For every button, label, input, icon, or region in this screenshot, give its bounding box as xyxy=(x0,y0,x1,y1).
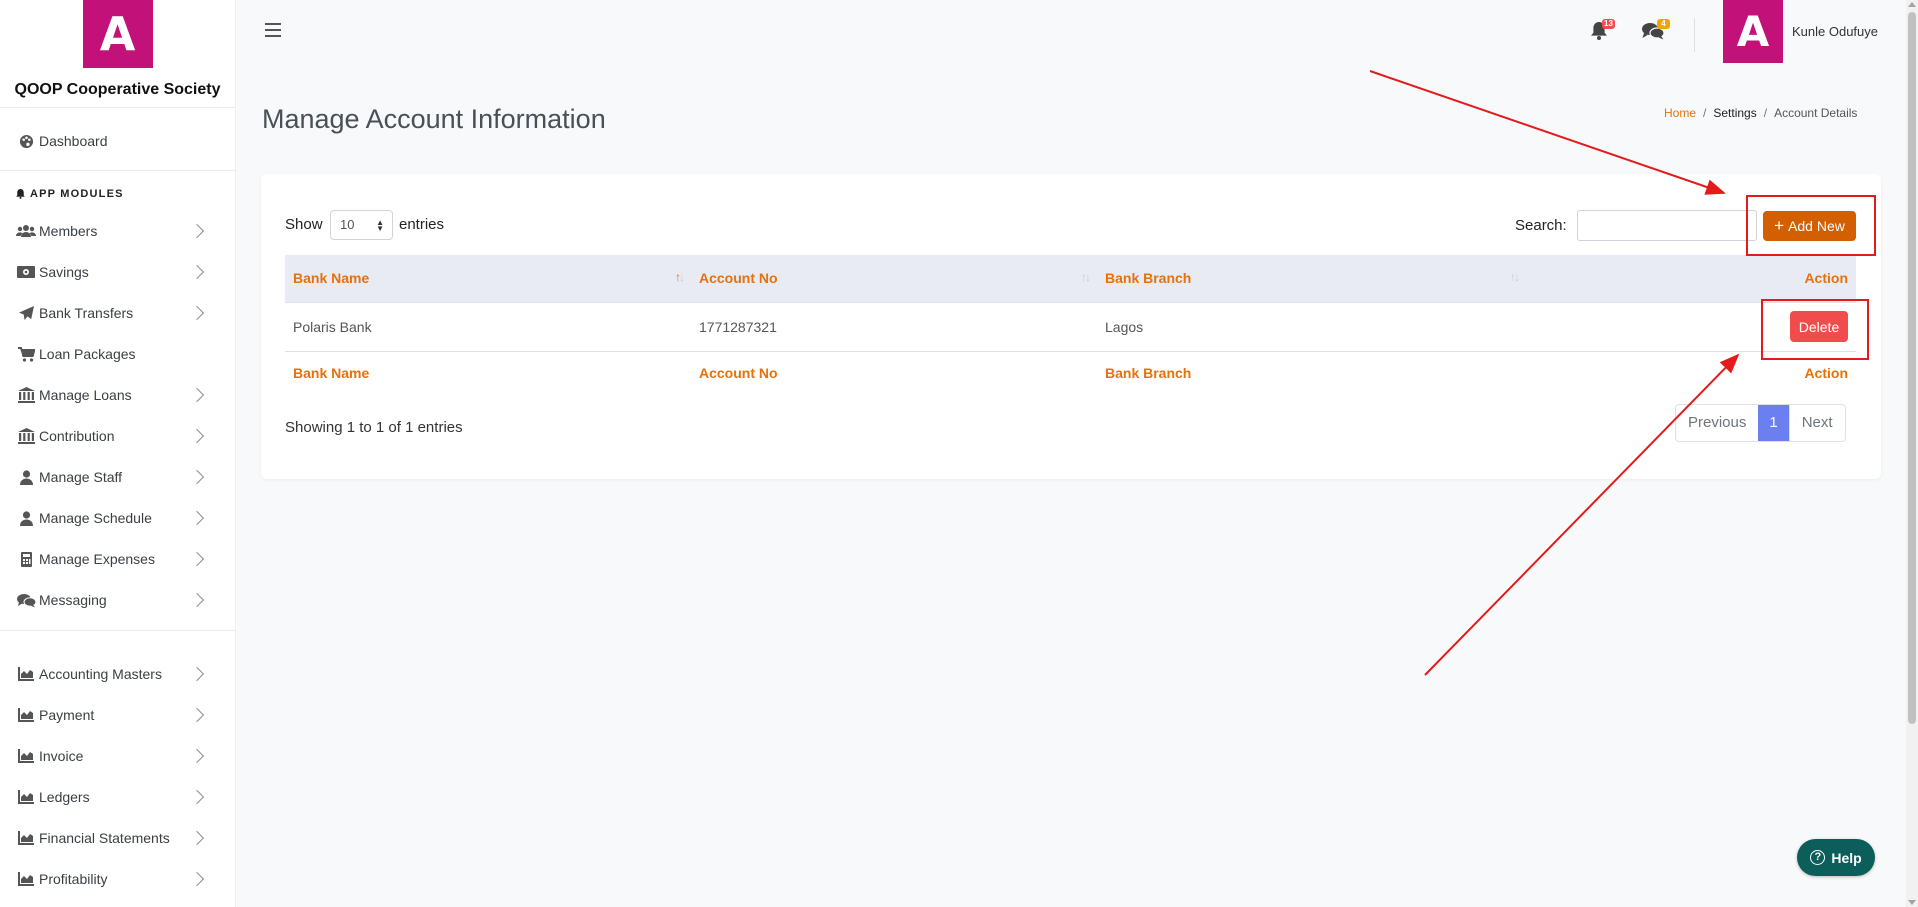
question-icon: ? xyxy=(1810,850,1826,865)
scrollbar[interactable] xyxy=(1906,0,1918,907)
scrollbar-thumb[interactable] xyxy=(1908,12,1916,724)
scroll-down-arrow-icon[interactable] xyxy=(1908,900,1916,905)
help-label: Help xyxy=(1831,849,1862,866)
annotation-arrows xyxy=(1369,70,1740,676)
annotation-arrow-add-new xyxy=(1369,70,1726,195)
annotation-arrow-delete xyxy=(1424,353,1740,676)
help-button[interactable]: ? Help xyxy=(1797,839,1875,876)
scroll-up-arrow-icon[interactable] xyxy=(1908,2,1916,7)
